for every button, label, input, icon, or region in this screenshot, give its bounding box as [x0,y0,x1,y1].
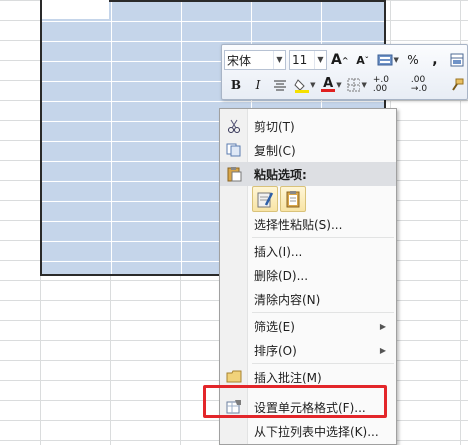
menu-item-label: 剪切(T) [254,119,295,134]
menu-item-pick-from-dropdown[interactable]: 从下拉列表中选择(K)... [220,419,396,443]
italic-label: I [255,78,261,92]
paste-options-group [252,186,306,212]
italic-button[interactable]: I [248,75,268,95]
submenu-arrow-icon: ▶ [379,321,386,331]
format-painter-button[interactable] [447,75,467,95]
decrease-decimal-label: .00 →.0 [410,75,428,94]
menu-item-cut[interactable]: 剪切(T) [220,114,396,138]
font-size-combo[interactable]: 11 ▼ [289,50,327,70]
borders-button[interactable]: ▼ [345,75,369,95]
align-center-icon [274,80,286,91]
menu-divider [252,312,394,313]
menu-item-delete[interactable]: 删除(D)... [220,263,396,287]
menu-item-label: 插入批注(M) [254,370,322,385]
mini-toolbar-row-2: B I ▼ A ▼ ▼ +.0 .00 .00 →.0 [224,73,467,97]
font-size-value: 11 [292,53,308,67]
menu-item-label: 筛选(E) [254,319,295,334]
menu-item-copy[interactable]: 复制(C) [220,138,396,162]
submenu-arrow-icon: ▶ [379,345,386,355]
cell-style-icon [377,54,393,66]
fill-color-button[interactable]: ▼ [292,75,318,95]
format-painter-grid-button[interactable] [447,50,467,70]
menu-item-label: 复制(C) [254,143,296,158]
paste-clipboard-icon [286,191,300,208]
center-align-button[interactable] [270,75,290,95]
menu-item-insert[interactable]: 插入(I)... [220,239,396,263]
menu-item-label: 选择性粘贴(S)... [254,217,343,232]
menu-item-clear-contents[interactable]: 清除内容(N) [220,287,396,311]
shrink-font-button[interactable]: Aˇ [353,50,373,70]
menu-item-label: 从下拉列表中选择(K)... [254,424,379,439]
menu-item-paste-special[interactable]: 选择性粘贴(S)... [220,212,396,236]
paste-with-brush-icon [257,192,274,208]
comment-icon [225,368,243,386]
font-name-value: 宋体 [227,53,252,68]
menu-item-label: 排序(O) [254,343,297,358]
paste-values-button[interactable] [280,186,306,212]
font-color-label: A [323,76,334,91]
bold-button[interactable]: B [226,75,246,95]
comma-label: , [432,52,438,68]
menu-divider [252,237,394,238]
mini-toolbar: 宋体 ▼ 11 ▼ A ^ Aˇ ▼ % , B I ▼ A ▼ ▼ +.0 .… [221,44,468,100]
menu-item-sort[interactable]: 排序(O) ▶ [220,338,396,362]
font-color-swatch [321,89,336,92]
chevron-down-icon[interactable]: ▼ [273,51,285,69]
grow-font-label: A [331,52,342,68]
paste-icon [225,165,243,183]
comma-style-button[interactable]: , [425,50,445,70]
chevron-down-icon[interactable]: ▼ [314,51,326,69]
active-cell[interactable] [42,0,109,19]
highlight-box [203,385,387,418]
increase-decimal-label: +.0 .00 [372,75,389,94]
borders-icon [347,78,361,92]
percent-style-button[interactable]: % [403,50,423,70]
increase-decimal-button[interactable]: +.0 .00 [371,75,407,95]
decrease-decimal-button[interactable]: .00 →.0 [409,75,445,95]
cell-style-button[interactable]: ▼ [375,50,401,70]
menu-item-label: 插入(I)... [254,244,303,259]
grow-font-button[interactable]: A ^ [329,50,351,70]
fill-bucket-icon [294,79,309,93]
shrink-font-label: A [356,53,365,67]
percent-label: % [407,53,419,67]
menu-item-filter[interactable]: 筛选(E) ▶ [220,314,396,338]
font-color-button[interactable]: A ▼ [320,75,344,95]
menu-divider [252,363,394,364]
menu-item-label: 删除(D)... [254,268,309,283]
scissors-icon [225,117,243,135]
mini-toolbar-row-1: 宋体 ▼ 11 ▼ A ^ Aˇ ▼ % , [224,48,467,72]
menu-header-label: 粘贴选项: [254,167,307,182]
bold-label: B [230,78,242,92]
menu-item-label: 清除内容(N) [254,292,321,307]
copy-icon [225,141,243,159]
merge-cells-icon [450,53,464,67]
menu-header-paste-options: 粘贴选项: [220,162,396,186]
format-painter-icon [452,78,464,91]
paste-default-button[interactable] [252,186,278,212]
font-name-combo[interactable]: 宋体 ▼ [224,50,286,70]
